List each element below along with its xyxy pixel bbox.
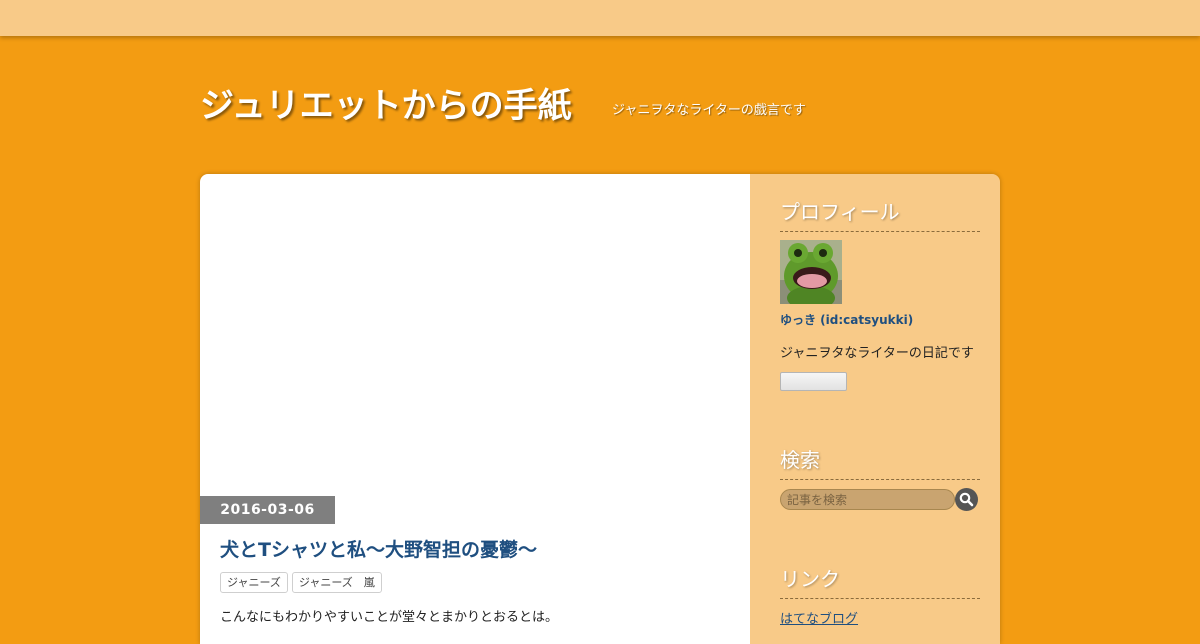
search-input[interactable] <box>780 489 955 510</box>
sidebar: プロフィール ゆっき (id:catsyukki) ジャニヲタなライターの日記で… <box>750 174 1000 644</box>
category-tag[interactable]: ジャニーズ <box>220 572 288 593</box>
profile-module-title: プロフィール <box>780 196 980 232</box>
global-header-bar <box>0 0 1200 36</box>
profile-description: ジャニヲタなライターの日記です <box>780 346 974 361</box>
entry-date[interactable]: 2016-03-06 <box>200 496 335 524</box>
main-column: 2016-03-06 犬とTシャツと私～大野智担の憂鬱～ ジャニーズ ジャニーズ… <box>200 174 750 644</box>
subscribe-button[interactable] <box>780 372 847 391</box>
link-hatena-blog[interactable]: はてなブログ <box>780 608 858 627</box>
blog-title[interactable]: ジュリエットからの手紙 <box>200 78 572 127</box>
profile-name[interactable]: ゆっき (id:catsyukki) <box>780 311 913 328</box>
frog-avatar-icon <box>780 240 842 304</box>
entry-title[interactable]: 犬とTシャツと私～大野智担の憂鬱～ <box>220 535 537 562</box>
links-module-title: リンク <box>780 563 980 599</box>
profile-avatar[interactable] <box>780 240 842 304</box>
entry-body: こんなにもわかりやすいことが堂々とまかりとおるとは。 <box>220 610 559 625</box>
entry-categories: ジャニーズ ジャニーズ 嵐 <box>220 572 382 593</box>
blog-description: ジャニヲタなライターの戯言です <box>612 103 806 118</box>
content-container: 2016-03-06 犬とTシャツと私～大野智担の憂鬱～ ジャニーズ ジャニーズ… <box>200 174 1000 644</box>
category-tag[interactable]: ジャニーズ 嵐 <box>291 572 382 593</box>
search-button[interactable] <box>955 488 978 511</box>
search-module-title: 検索 <box>780 444 980 480</box>
magnifier-icon <box>959 492 974 507</box>
